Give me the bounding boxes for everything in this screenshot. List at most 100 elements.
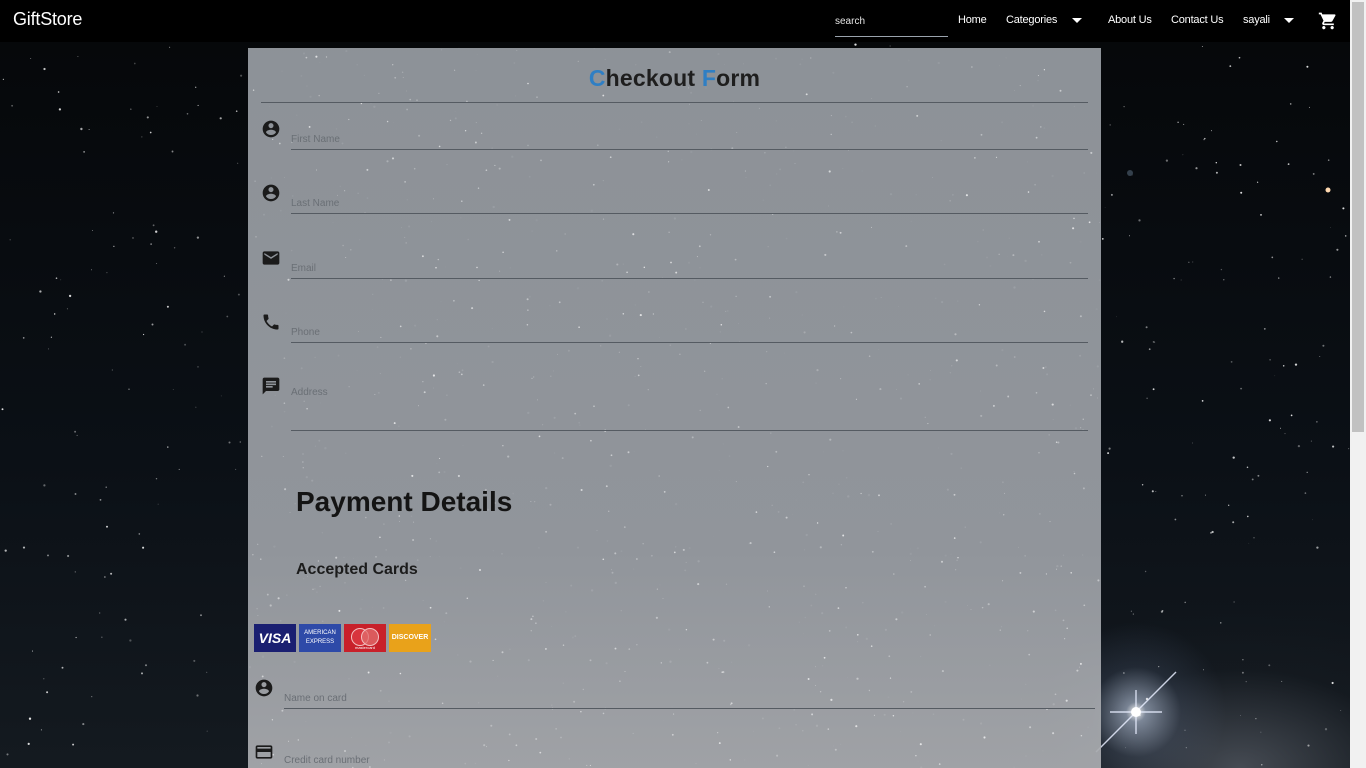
nav-home-link[interactable]: Home [958, 14, 987, 26]
star [390, 279, 392, 282]
star [589, 659, 592, 662]
card-number-input[interactable] [284, 743, 1095, 768]
star [80, 127, 83, 131]
star [1132, 613, 1134, 615]
name-on-card-input[interactable] [284, 679, 1095, 708]
mastercard-label: mastercard [354, 645, 375, 650]
shopping-cart-icon[interactable] [1318, 11, 1338, 31]
search-input[interactable] [835, 8, 948, 34]
title-accent-letter: C [588, 65, 606, 91]
nav-contact-link[interactable]: Contact Us [1171, 14, 1224, 26]
star [808, 474, 810, 476]
star [1073, 471, 1075, 472]
star [1038, 451, 1040, 454]
star [697, 583, 700, 586]
star [840, 543, 843, 546]
star [197, 366, 199, 368]
address-field [291, 377, 1088, 431]
brand-logo[interactable]: GiftStore [13, 9, 82, 30]
nav-categories-link[interactable]: Categories [1006, 14, 1057, 26]
last-name-input[interactable] [291, 184, 1088, 213]
star [1027, 630, 1029, 632]
star [555, 728, 557, 730]
star [1324, 728, 1328, 731]
page-scrollbar-thumb[interactable] [1352, 2, 1364, 432]
star [602, 94, 605, 97]
star [1294, 363, 1298, 366]
star [367, 671, 370, 674]
star [1188, 261, 1190, 263]
star [590, 439, 592, 442]
star [1155, 491, 1157, 492]
star [1109, 124, 1111, 126]
star [305, 56, 308, 59]
star [1123, 672, 1125, 674]
star [226, 315, 229, 318]
star [1308, 106, 1310, 108]
star [775, 450, 778, 453]
nav-about-link[interactable]: About Us [1108, 14, 1152, 26]
star [278, 142, 281, 145]
address-input[interactable] [291, 377, 1088, 430]
star [981, 606, 984, 609]
star [146, 116, 149, 119]
star [1076, 669, 1079, 672]
star [200, 614, 202, 617]
star [284, 488, 287, 491]
star [155, 478, 158, 480]
star [66, 308, 68, 310]
star [1048, 434, 1050, 436]
star [1269, 358, 1271, 361]
star [842, 168, 844, 170]
star [816, 522, 819, 524]
star [530, 618, 533, 621]
star [266, 593, 269, 596]
email-input[interactable] [291, 249, 1088, 278]
star [269, 604, 272, 607]
star [142, 546, 145, 549]
categories-dropdown-icon[interactable] [1072, 18, 1082, 23]
phone-input[interactable] [291, 313, 1088, 342]
star [929, 634, 931, 636]
star [602, 218, 605, 220]
star [1130, 610, 1132, 612]
star [1072, 227, 1075, 230]
star [689, 103, 690, 105]
star [685, 629, 688, 631]
star [535, 737, 538, 741]
star [1340, 710, 1342, 711]
star [1238, 56, 1241, 59]
star [404, 181, 406, 183]
star [828, 630, 831, 632]
star [744, 170, 746, 172]
star [540, 159, 542, 162]
star [1301, 258, 1303, 260]
user-dropdown-icon[interactable] [1284, 18, 1294, 23]
star [776, 173, 778, 175]
star [1079, 662, 1082, 665]
star [1233, 601, 1235, 603]
star [1322, 344, 1325, 347]
star [1297, 444, 1301, 448]
nav-user-link[interactable]: sayali [1243, 14, 1270, 26]
star [113, 245, 115, 247]
star [429, 606, 432, 609]
star [1316, 546, 1319, 549]
star [892, 715, 895, 717]
star [1145, 326, 1148, 329]
star [228, 441, 231, 444]
star [1289, 103, 1292, 105]
discover-card-logo: DISCOVER [389, 624, 431, 652]
star [1344, 235, 1347, 237]
card-number-field [284, 743, 1095, 768]
star [282, 456, 284, 457]
star [111, 369, 113, 371]
star [856, 633, 859, 636]
star [141, 136, 143, 138]
star [905, 245, 908, 248]
first-name-input[interactable] [291, 120, 1088, 149]
star [99, 612, 101, 614]
star [92, 230, 93, 232]
star [930, 370, 931, 371]
star [1280, 427, 1281, 429]
